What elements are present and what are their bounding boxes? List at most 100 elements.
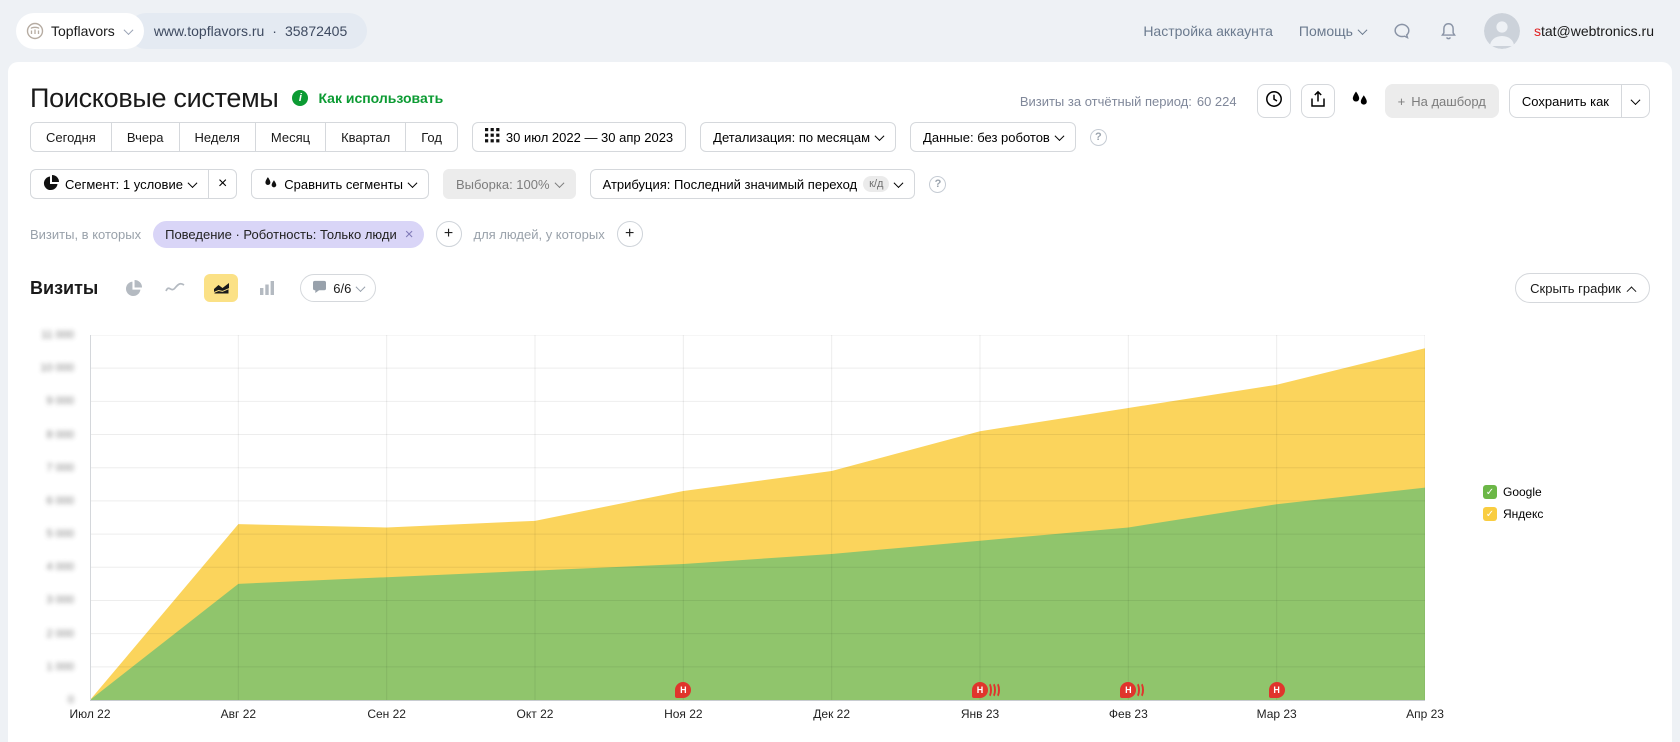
- chart-header-row: Визиты 6/6 Скрыть график: [30, 273, 1650, 303]
- area-chart-type-icon-selected[interactable]: [204, 274, 238, 302]
- visits-in-which-label: Визиты, в которых: [30, 227, 141, 242]
- counter-menu-button[interactable]: Topflavors: [16, 13, 144, 49]
- save-as-split-button: Сохранить как: [1509, 84, 1650, 118]
- summary-label: Визиты за отчётный период:: [1020, 94, 1192, 109]
- help-label: Помощь: [1299, 23, 1353, 39]
- help-icon[interactable]: ?: [929, 176, 946, 193]
- feedback-chat-icon[interactable]: [1392, 21, 1413, 42]
- data-mode-label: Данные: без роботов: [923, 130, 1050, 145]
- counter-site-info[interactable]: www.topflavors.ru · 35872405: [128, 13, 367, 49]
- attribution-badge: к/д: [863, 176, 889, 192]
- annotation-pin-icon[interactable]: Н: [1269, 682, 1285, 698]
- summary-value: 60 224: [1197, 94, 1237, 109]
- clock-icon: [1264, 89, 1284, 114]
- x-axis-label: Ноя 22: [638, 707, 728, 721]
- user-email[interactable]: stat@webtronics.ru: [1534, 23, 1654, 39]
- y-axis-label: 6 000: [26, 495, 74, 507]
- segment-pill-robotness[interactable]: Поведение · Роботность: Только люди ×: [153, 221, 423, 248]
- account-settings-link[interactable]: Настройка аккаунта: [1143, 23, 1273, 39]
- user-avatar[interactable]: [1484, 13, 1520, 49]
- sampling-label: Выборка: 100%: [456, 177, 550, 192]
- date-filter-row: СегодняВчераНеделяМесяцКварталГод 30 июл…: [30, 122, 1650, 152]
- annotation-marker-янв-23[interactable]: Н: [972, 682, 1000, 698]
- segment-label: Сегмент: 1 условие: [65, 177, 183, 192]
- top-header-bar: Topflavors www.topflavors.ru · 35872405 …: [0, 0, 1680, 62]
- x-axis-label: Мар 23: [1232, 707, 1322, 721]
- y-axis-label: 1 000: [26, 661, 74, 673]
- drops-icon: [264, 176, 278, 193]
- x-axis: Июл 22Авг 22Сен 22Окт 22Ноя 22Дек 22Янв …: [8, 707, 1672, 723]
- chevron-down-icon: [875, 131, 885, 141]
- visits-stacked-area-chart[interactable]: [90, 335, 1425, 701]
- help-menu[interactable]: Помощь: [1299, 23, 1366, 39]
- close-icon: ×: [218, 175, 227, 193]
- site-favicon-icon: [26, 22, 44, 40]
- info-icon[interactable]: i: [292, 90, 308, 106]
- top-navigation: Настройка аккаунта Помощь stat@webtronic…: [1143, 13, 1654, 49]
- plus-icon: +: [1398, 94, 1406, 109]
- attribution-dropdown[interactable]: Атрибуция: Последний значимый переход к/…: [590, 169, 916, 199]
- legend-checkbox[interactable]: ✓: [1483, 485, 1497, 499]
- period-tab-3[interactable]: Неделя: [179, 122, 256, 152]
- add-to-dashboard-button[interactable]: + На дашборд: [1385, 84, 1499, 118]
- save-as-menu-button[interactable]: [1621, 84, 1650, 118]
- segment-dropdown[interactable]: Сегмент: 1 условие: [30, 169, 209, 199]
- hide-chart-label: Скрыть график: [1530, 281, 1621, 296]
- search-engines-selector[interactable]: 6/6: [300, 274, 376, 302]
- pie-chart-type-icon[interactable]: [120, 275, 146, 301]
- attribution-label: Атрибуция: Последний значимый переход: [603, 177, 858, 192]
- calendar-icon: [485, 128, 500, 146]
- period-tab-6[interactable]: Год: [405, 122, 458, 152]
- save-as-button[interactable]: Сохранить как: [1509, 84, 1622, 118]
- chevron-down-icon: [1358, 25, 1368, 35]
- for-people-label: для людей, у которых: [474, 227, 605, 242]
- annotation-marker-ноя-22[interactable]: Н: [675, 682, 691, 698]
- notes-button[interactable]: [1345, 84, 1375, 118]
- email-rest: tat@webtronics.ru: [1541, 23, 1654, 39]
- email-accent-letter: s: [1534, 23, 1541, 39]
- y-axis-label: 3 000: [26, 594, 74, 606]
- annotation-pin-icon[interactable]: Н: [675, 682, 691, 698]
- compare-segments-dropdown[interactable]: Сравнить сегменты: [251, 169, 429, 199]
- help-icon[interactable]: ?: [1090, 129, 1107, 146]
- notifications-bell-icon[interactable]: [1439, 21, 1458, 42]
- period-tab-1[interactable]: Сегодня: [30, 122, 112, 152]
- y-axis-label: 7 000: [26, 462, 74, 474]
- visits-chart-section: 11 00010 0009 0008 0007 0006 0005 0004 0…: [8, 335, 1672, 742]
- compare-segments-label: Сравнить сегменты: [284, 177, 403, 192]
- close-icon[interactable]: ×: [405, 226, 414, 243]
- annotation-marker-мар-23[interactable]: Н: [1269, 682, 1285, 698]
- counter-name: Topflavors: [51, 23, 115, 39]
- legend-item-яндекс[interactable]: ✓Яндекс: [1483, 507, 1543, 521]
- hide-chart-button[interactable]: Скрыть график: [1515, 273, 1650, 303]
- segment-pill-label: Поведение · Роботность: Только люди: [165, 227, 397, 242]
- add-visit-condition-button[interactable]: +: [436, 221, 462, 247]
- add-people-condition-button[interactable]: +: [617, 221, 643, 247]
- chevron-down-icon: [123, 25, 133, 35]
- legend-item-google[interactable]: ✓Google: [1483, 485, 1543, 499]
- schedule-button[interactable]: [1257, 84, 1291, 118]
- chevron-down-icon: [1631, 95, 1641, 105]
- chart-legend: ✓Google ✓Яндекс: [1483, 485, 1543, 521]
- date-range-button[interactable]: 30 июл 2022 — 30 апр 2023: [472, 122, 686, 152]
- segment-clear-button[interactable]: ×: [208, 169, 237, 199]
- segment-row: Сегмент: 1 условие × Сравнить сегменты В…: [30, 168, 1650, 200]
- annotation-marker-фев-23[interactable]: Н: [1120, 682, 1144, 698]
- export-button[interactable]: [1301, 84, 1335, 118]
- x-axis-label: Окт 22: [490, 707, 580, 721]
- period-tab-5[interactable]: Квартал: [325, 122, 406, 152]
- site-url: www.topflavors.ru: [154, 23, 264, 39]
- how-to-use-link[interactable]: Как использовать: [318, 90, 443, 106]
- y-axis-label: 5 000: [26, 528, 74, 540]
- legend-checkbox[interactable]: ✓: [1483, 507, 1497, 521]
- period-tab-2[interactable]: Вчера: [111, 122, 180, 152]
- y-axis-label: 9 000: [26, 395, 74, 407]
- chevron-down-icon: [554, 178, 564, 188]
- x-axis-label: Апр 23: [1380, 707, 1470, 721]
- columns-chart-type-icon[interactable]: [254, 275, 280, 301]
- line-chart-type-icon[interactable]: [162, 275, 188, 301]
- detalization-dropdown[interactable]: Детализация: по месяцам: [700, 122, 896, 152]
- period-tab-4[interactable]: Месяц: [255, 122, 326, 152]
- data-mode-dropdown[interactable]: Данные: без роботов: [910, 122, 1076, 152]
- sampling-dropdown[interactable]: Выборка: 100%: [443, 169, 576, 199]
